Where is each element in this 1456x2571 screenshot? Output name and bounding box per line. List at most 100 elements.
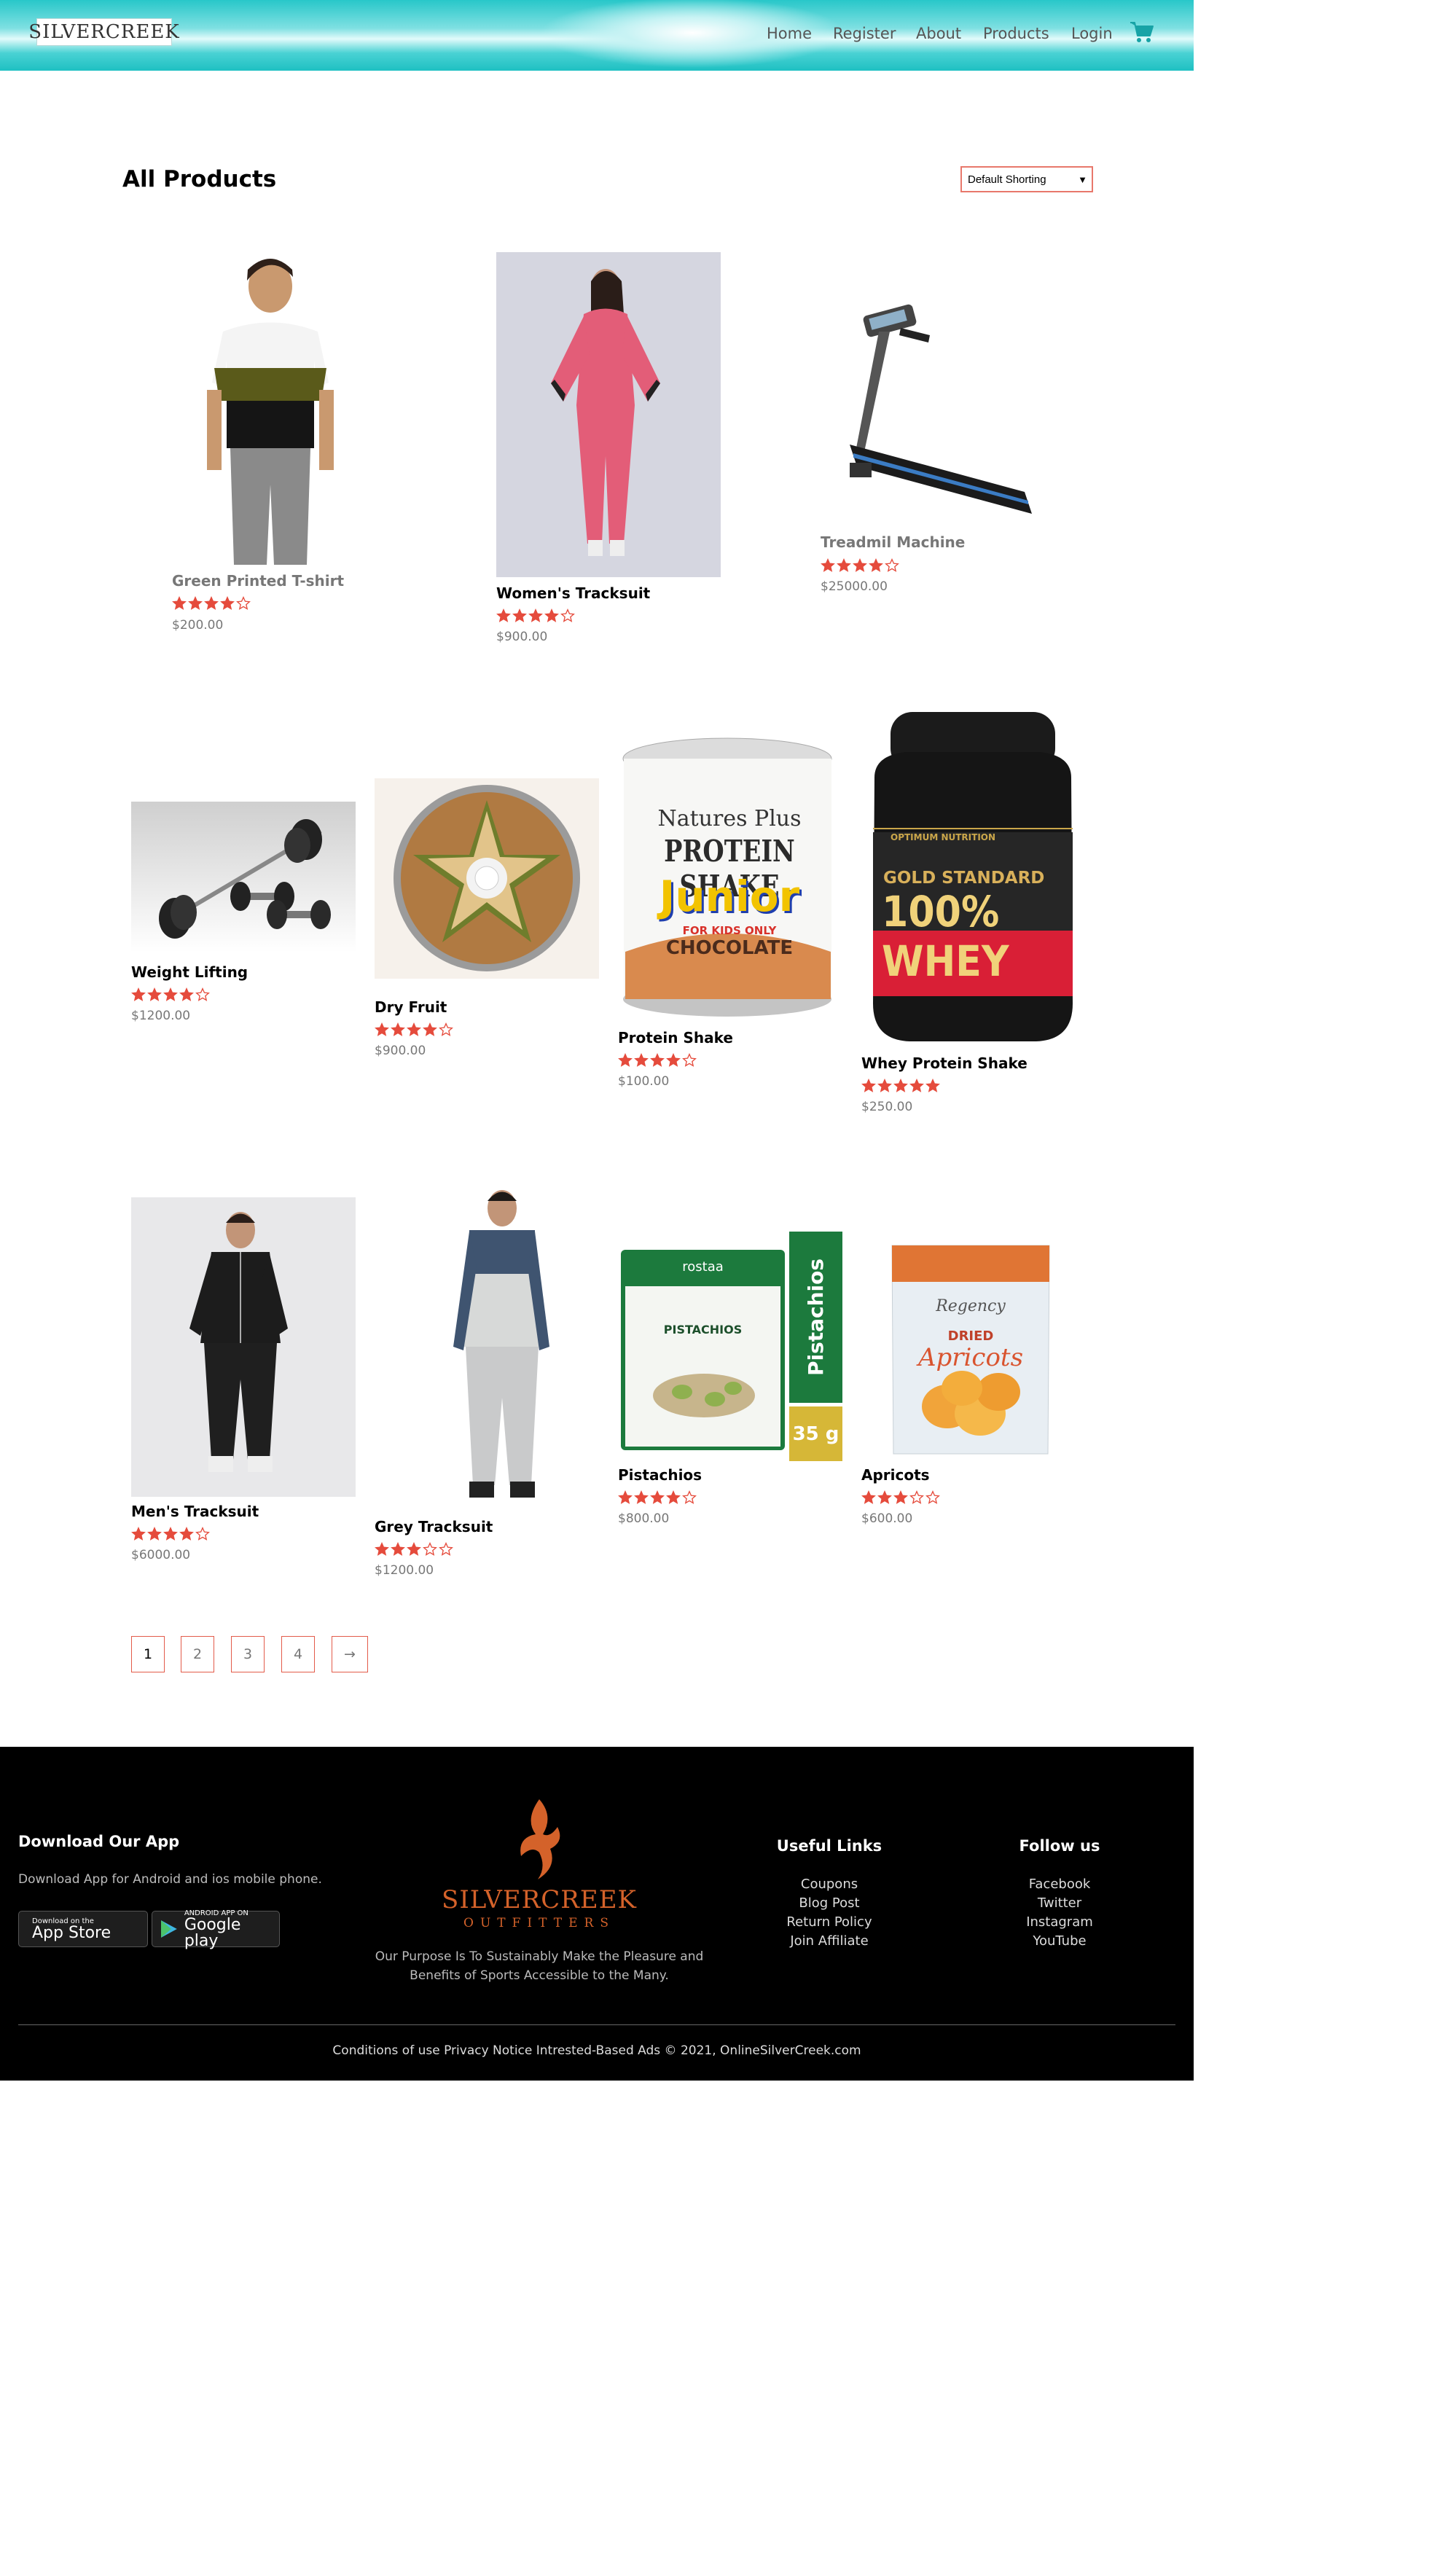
useful-links-title: Useful Links xyxy=(776,1837,882,1855)
star-filled-icon xyxy=(391,1022,405,1036)
star-filled-icon xyxy=(861,1490,876,1504)
product-name[interactable]: Weight Lifting xyxy=(131,963,248,981)
apricot-label-text: Apricots xyxy=(917,1343,1024,1372)
product-name[interactable]: Women's Tracksuit xyxy=(496,584,650,602)
footer-link-join-affiliate[interactable]: Join Affiliate xyxy=(756,1933,902,1949)
product-name[interactable]: Pistachios xyxy=(618,1466,702,1484)
star-filled-icon xyxy=(909,1079,924,1092)
footer-purpose-line1: Our Purpose Is To Sustainably Make the P… xyxy=(375,1949,704,1964)
pistachio-weight-text: 35 g xyxy=(789,1406,842,1461)
product-name[interactable]: Grey Tracksuit xyxy=(375,1518,493,1535)
star-filled-icon xyxy=(528,608,543,622)
footer-purpose-line2: Benefits of Sports Accessible to the Man… xyxy=(410,1968,669,1983)
sort-select[interactable]: Default Shorting ▼ xyxy=(960,166,1093,192)
footer-link-twitter[interactable]: Twitter xyxy=(987,1895,1132,1911)
pagination-page-4[interactable]: 4 xyxy=(281,1636,315,1672)
star-filled-icon xyxy=(618,1490,633,1504)
product-rating xyxy=(861,1490,940,1505)
star-filled-icon xyxy=(407,1542,421,1556)
footer-link-blog-post[interactable]: Blog Post xyxy=(756,1895,902,1911)
product-rating xyxy=(821,558,899,573)
product-image[interactable] xyxy=(821,291,1046,528)
star-filled-icon xyxy=(893,1490,908,1504)
product-name[interactable]: Apricots xyxy=(861,1466,930,1484)
protein-sub-text: FOR KIDS ONLY xyxy=(682,924,777,937)
product-rating xyxy=(375,1022,453,1037)
star-filled-icon xyxy=(375,1542,389,1556)
pagination-page-3[interactable]: 3 xyxy=(231,1636,265,1672)
star-filled-icon xyxy=(163,987,178,1001)
site-logo[interactable]: SILVERCREEK xyxy=(28,18,179,46)
nav-register[interactable]: Register xyxy=(833,25,896,42)
star-filled-icon xyxy=(423,1022,437,1036)
product-image[interactable] xyxy=(375,1179,599,1514)
pagination-next-arrow-icon[interactable]: → xyxy=(332,1636,368,1672)
google-play-badge[interactable]: ANDROID APP ON Google play xyxy=(152,1909,280,1950)
play-big-text: Google play xyxy=(184,1915,241,1950)
product-image[interactable] xyxy=(172,251,369,565)
star-filled-icon xyxy=(204,596,219,610)
footer-link-facebook[interactable]: Facebook xyxy=(987,1877,1132,1892)
star-filled-icon xyxy=(861,1079,876,1092)
star-empty-icon xyxy=(236,596,251,610)
product-price: $1200.00 xyxy=(375,1563,434,1578)
product-price: $1200.00 xyxy=(131,1009,191,1023)
product-name[interactable]: Whey Protein Shake xyxy=(861,1054,1028,1072)
protein-brand-text: Natures Plus xyxy=(657,806,802,831)
product-image[interactable]: OPTIMUM NUTRITION GOLD STANDARD 100% WHE… xyxy=(861,712,1084,1049)
pagination-page-2[interactable]: 2 xyxy=(181,1636,214,1672)
footer-logo-subtext: OUTFITTERS xyxy=(463,1916,615,1930)
footer-link-return-policy[interactable]: Return Policy xyxy=(756,1914,902,1930)
star-filled-icon xyxy=(650,1490,665,1504)
star-filled-icon xyxy=(131,987,146,1001)
star-filled-icon xyxy=(893,1079,908,1092)
star-filled-icon xyxy=(666,1053,681,1067)
star-filled-icon xyxy=(496,608,511,622)
nav-home[interactable]: Home xyxy=(767,25,812,42)
product-image[interactable]: Regency DRIED Apricots xyxy=(889,1243,1052,1457)
app-store-badge[interactable]: Download on the App Store xyxy=(18,1911,148,1947)
product-image[interactable] xyxy=(131,802,356,952)
product-price: $25000.00 xyxy=(821,579,888,594)
product-price: $6000.00 xyxy=(131,1548,191,1562)
footer-link-coupons[interactable]: Coupons xyxy=(756,1877,902,1892)
product-image[interactable] xyxy=(375,778,599,979)
product-rating xyxy=(172,596,251,611)
site-footer: Download Our App Download App for Androi… xyxy=(0,1747,1194,2081)
nav-products[interactable]: Products xyxy=(983,25,1049,42)
star-filled-icon xyxy=(407,1022,421,1036)
product-name[interactable]: Dry Fruit xyxy=(375,998,447,1016)
star-filled-icon xyxy=(172,596,187,610)
star-filled-icon xyxy=(869,558,883,572)
product-image[interactable]: rostaa PISTACHIOS Pistachios 35 g xyxy=(618,1232,844,1465)
nav-login[interactable]: Login xyxy=(1071,25,1113,42)
product-image[interactable]: Natures Plus PROTEIN SHAKE Junior FOR KI… xyxy=(618,733,841,1022)
footer-app-text: Download App for Android and ios mobile … xyxy=(18,1872,322,1887)
star-filled-icon xyxy=(163,1527,178,1541)
product-price: $200.00 xyxy=(172,618,224,633)
product-price: $900.00 xyxy=(496,630,548,644)
star-empty-icon xyxy=(195,987,210,1001)
pistachio-brand-text: rostaa xyxy=(682,1259,724,1275)
pagination-page-1[interactable]: 1 xyxy=(131,1636,165,1672)
product-name[interactable]: Green Printed T-shirt xyxy=(172,572,344,590)
product-image[interactable] xyxy=(496,252,721,577)
product-name[interactable]: Treadmil Machine xyxy=(821,533,965,551)
product-image[interactable] xyxy=(131,1197,356,1497)
cart-icon[interactable] xyxy=(1130,20,1154,44)
star-filled-icon xyxy=(837,558,851,572)
product-name[interactable]: Protein Shake xyxy=(618,1029,733,1046)
product-name[interactable]: Men's Tracksuit xyxy=(131,1503,259,1520)
star-empty-icon xyxy=(682,1053,697,1067)
star-filled-icon xyxy=(666,1490,681,1504)
footer-link-instagram[interactable]: Instagram xyxy=(987,1914,1132,1930)
nav-about[interactable]: About xyxy=(916,25,961,42)
product-price: $100.00 xyxy=(618,1074,670,1089)
product-rating xyxy=(618,1053,697,1068)
footer-link-youtube[interactable]: YouTube xyxy=(987,1933,1132,1949)
footer-copyright: Conditions of use Privacy Notice Intrest… xyxy=(332,2043,861,2058)
product-price: $800.00 xyxy=(618,1511,670,1526)
sort-selected-value: Default Shorting xyxy=(968,173,1046,186)
product-price: $900.00 xyxy=(375,1044,426,1058)
star-filled-icon xyxy=(821,558,835,572)
